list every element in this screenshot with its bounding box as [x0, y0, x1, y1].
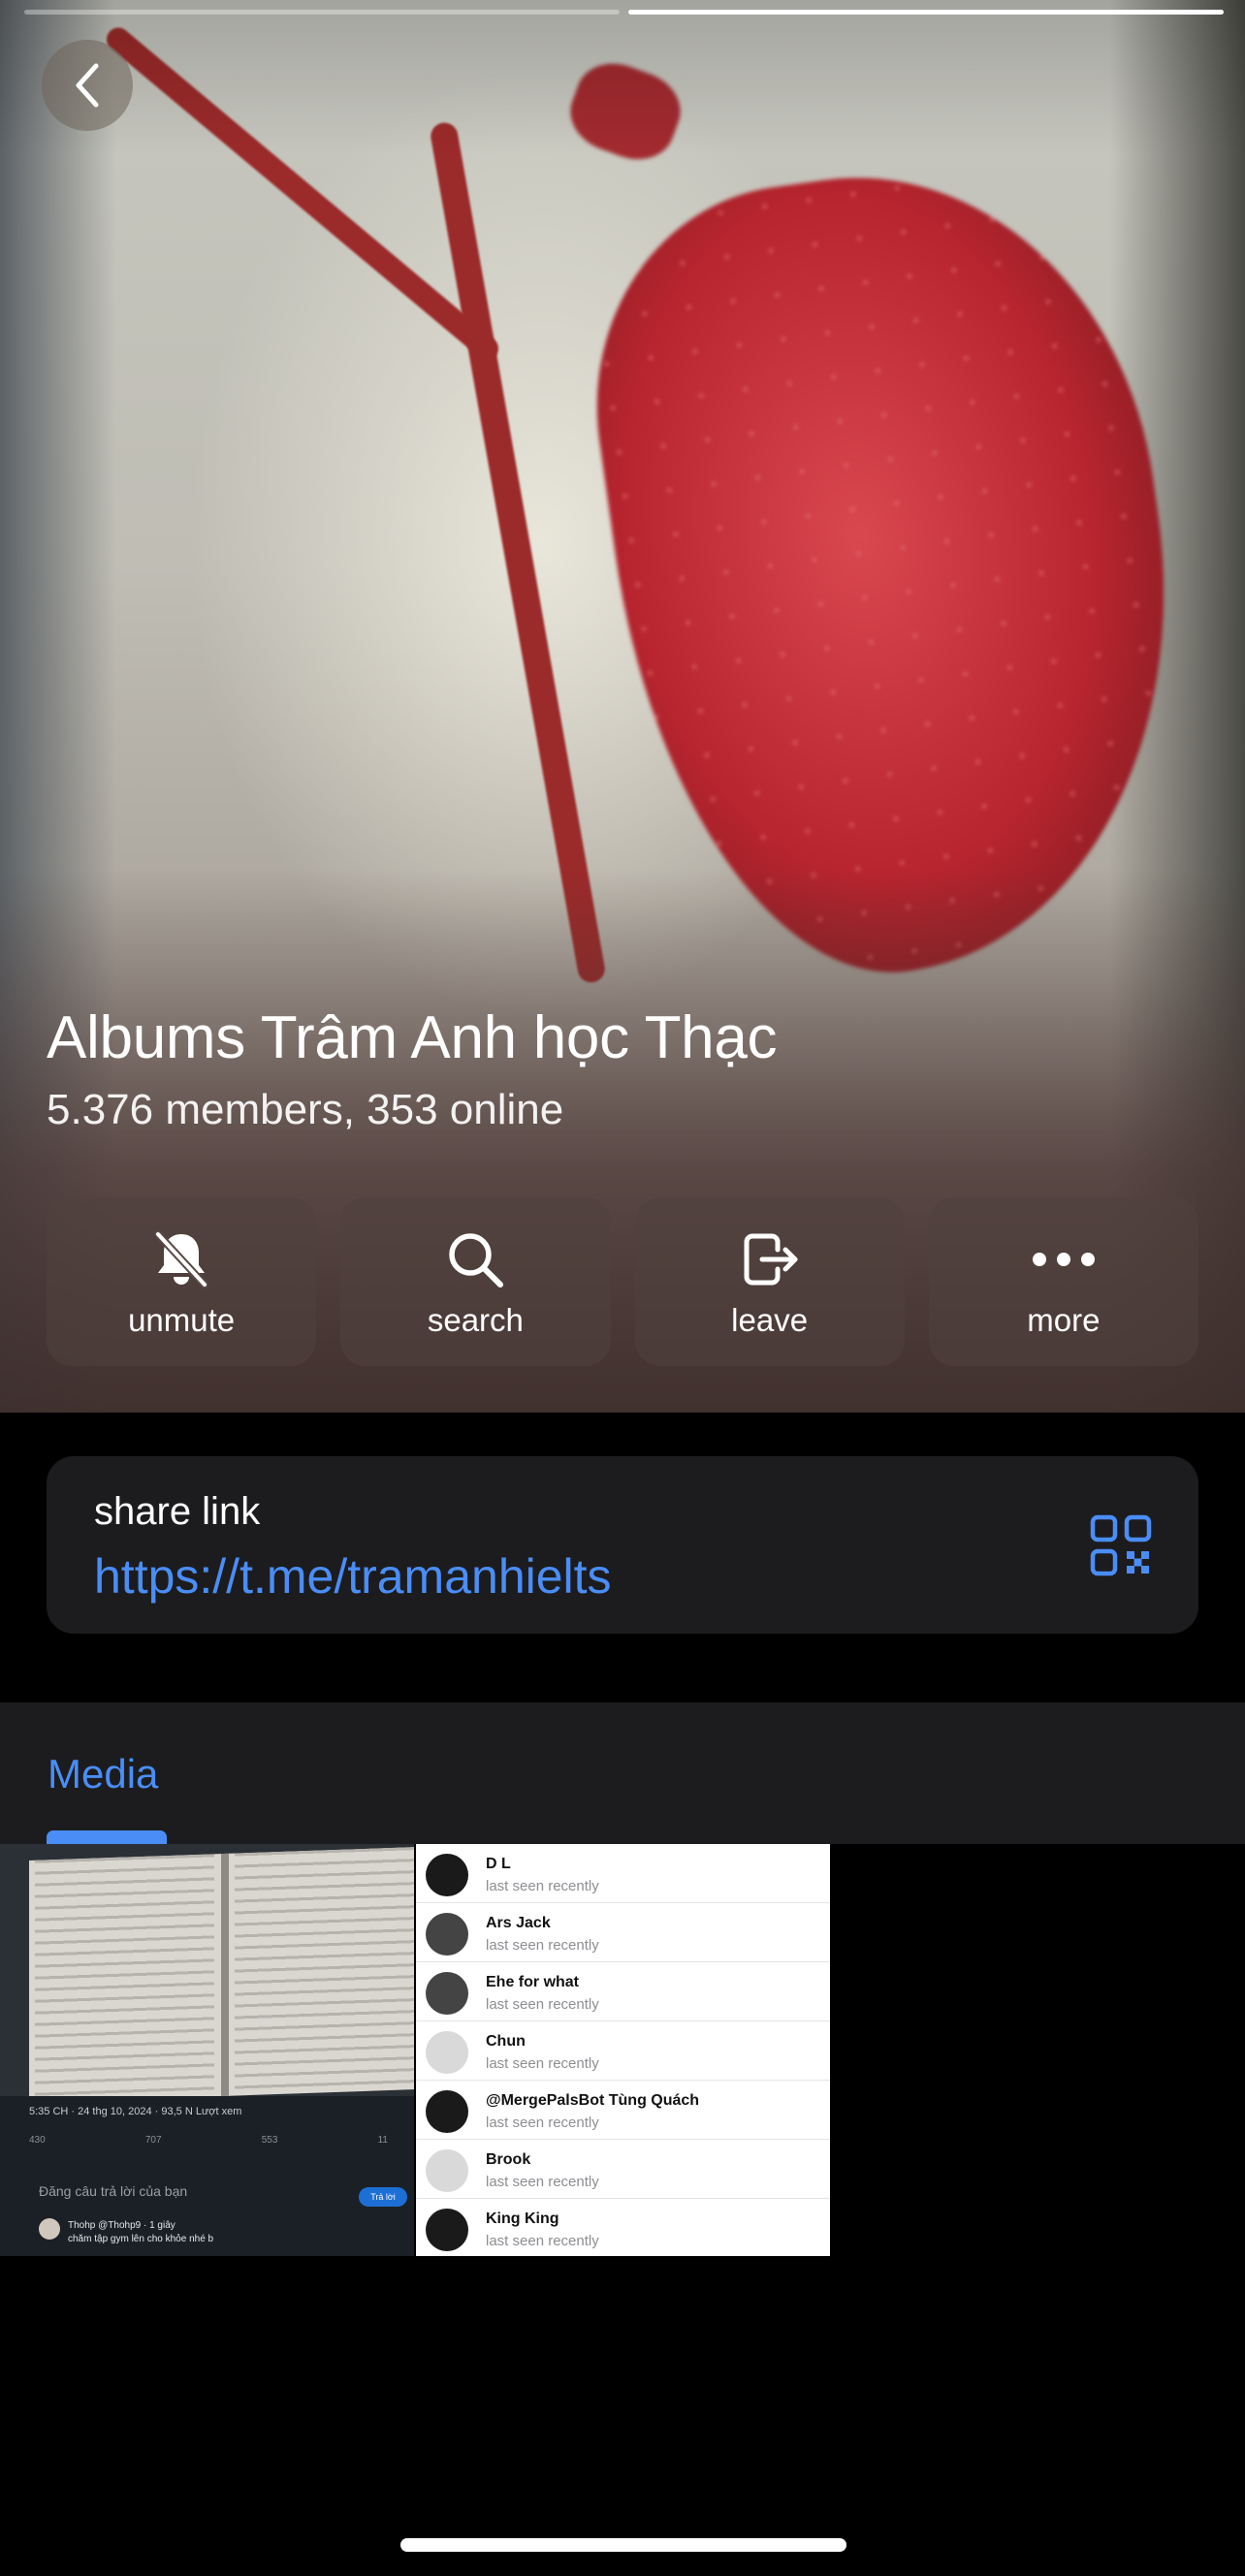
search-label: search	[427, 1302, 524, 1338]
photo-progress-1[interactable]	[24, 10, 620, 15]
avatar	[426, 2209, 468, 2251]
photo-progress-2[interactable]	[628, 10, 1224, 15]
unmute-label: unmute	[128, 1302, 236, 1338]
share-link-card[interactable]: share link https://t.me/tramanhielts	[47, 1456, 1198, 1634]
home-indicator[interactable]	[400, 2538, 846, 2552]
media-thumbnail-1[interactable]: 5:35 CH · 24 thg 10, 2024 · 93,5 N Lượt …	[0, 1844, 414, 2256]
leave-label: leave	[731, 1302, 809, 1338]
avatar	[426, 2031, 468, 2074]
avatar	[426, 2149, 468, 2192]
avatar	[426, 1972, 468, 2015]
media-tab-bar: Media	[0, 1702, 1245, 1844]
tab-media[interactable]: Media	[48, 1751, 158, 1797]
more-icon	[1032, 1253, 1095, 1266]
comment-text: chăm tập gym lên cho khỏe nhé b	[68, 2234, 214, 2244]
list-item: Brook last seen recently	[416, 2140, 830, 2199]
tweet-meta: 5:35 CH · 24 thg 10, 2024 · 93,5 N Lượt …	[29, 2106, 242, 2117]
share-link-url[interactable]: https://t.me/tramanhielts	[94, 1548, 612, 1605]
list-item: Ehe for what last seen recently	[416, 1962, 830, 2021]
search-button[interactable]: search	[340, 1197, 611, 1366]
member-list: D L last seen recently Ars Jack last see…	[416, 1844, 830, 2256]
search-icon	[449, 1233, 504, 1288]
reply-prompt: Đăng câu trả lời của bạn	[39, 2183, 188, 2199]
list-item: Ars Jack last seen recently	[416, 1903, 830, 1962]
tweet-screenshot: 5:35 CH · 24 thg 10, 2024 · 93,5 N Lượt …	[0, 2096, 414, 2256]
list-item: @MergePalsBot Tùng Quách last seen recen…	[416, 2081, 830, 2140]
group-title: Albums Trâm Anh học Thạc	[47, 1004, 778, 1071]
more-label: more	[1027, 1302, 1101, 1338]
back-button[interactable]	[42, 40, 133, 131]
leave-button[interactable]: leave	[634, 1197, 905, 1366]
list-item: King King last seen recently	[416, 2199, 830, 2256]
share-link-caption: share link	[94, 1490, 261, 1533]
avatar	[426, 1854, 468, 1896]
list-item: D L last seen recently	[416, 1844, 830, 1903]
avatar	[39, 2218, 60, 2240]
comment-author: Thohp @Thohp9 · 1 giây	[68, 2220, 176, 2231]
bell-slash-icon	[154, 1230, 209, 1288]
avatar	[426, 2090, 468, 2133]
leave-icon	[744, 1233, 798, 1286]
chevron-left-icon	[76, 63, 99, 108]
qr-code-icon[interactable]	[1090, 1514, 1152, 1576]
more-button[interactable]: more	[928, 1197, 1198, 1366]
media-thumbnail-2[interactable]: D L last seen recently Ars Jack last see…	[416, 1844, 830, 2256]
tab-indicator	[47, 1830, 167, 1844]
list-item: Chun last seen recently	[416, 2021, 830, 2081]
avatar	[426, 1913, 468, 1956]
action-bar: unmute search leave more	[47, 1197, 1198, 1366]
unmute-button[interactable]: unmute	[47, 1197, 317, 1366]
reply-button: Trả lời	[359, 2187, 407, 2207]
member-count: 5.376 members, 353 online	[47, 1086, 564, 1133]
tweet-stats: 430 707 553 11	[29, 2135, 388, 2146]
